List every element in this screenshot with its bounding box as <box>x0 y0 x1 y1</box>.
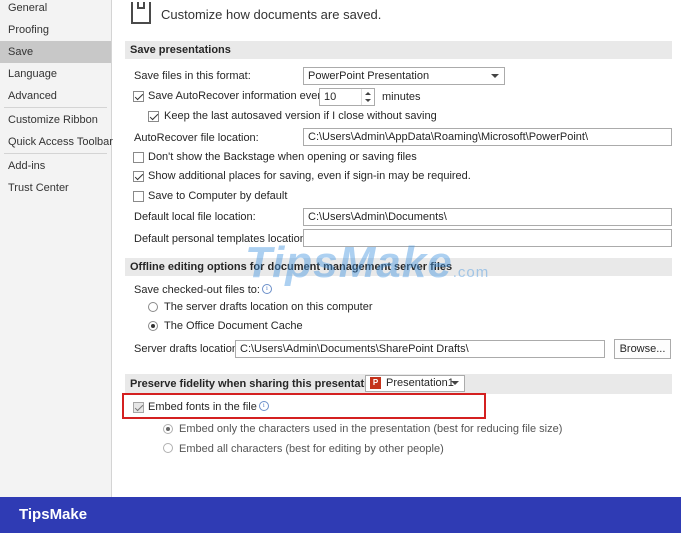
keep-last-autosaved-checkbox[interactable] <box>148 111 159 122</box>
server-drafts-radio-label: The server drafts location on this compu… <box>164 301 373 313</box>
sidebar-item-trust-center[interactable]: Trust Center <box>0 177 111 199</box>
office-document-cache-radio-label: The Office Document Cache <box>164 320 303 332</box>
minutes-label: minutes <box>382 91 421 103</box>
show-additional-places-checkbox[interactable] <box>133 171 144 182</box>
dont-show-backstage-label: Don't show the Backstage when opening or… <box>148 151 417 163</box>
sidebar-item-proofing[interactable]: Proofing <box>0 19 111 41</box>
embed-all-characters-radio[interactable] <box>163 443 173 453</box>
powerpoint-file-icon: P <box>370 377 381 390</box>
save-to-computer-checkbox[interactable] <box>133 191 144 202</box>
sidebar-item-general[interactable]: General <box>0 0 111 19</box>
autorecover-location-label: AutoRecover file location: <box>134 132 259 144</box>
embed-fonts-text: Embed fonts in the file <box>148 401 257 413</box>
save-checked-out-text: Save checked-out files to: <box>134 284 260 296</box>
save-disk-icon <box>131 2 151 24</box>
embed-fonts-label: Embed fonts in the file i <box>148 401 269 413</box>
sidebar-item-add-ins[interactable]: Add-ins <box>0 155 111 177</box>
server-drafts-location-input[interactable]: C:\Users\Admin\Documents\SharePoint Draf… <box>235 340 605 358</box>
info-icon: i <box>258 401 269 411</box>
sidebar-item-save[interactable]: Save <box>0 41 111 63</box>
spinner-up-icon <box>365 92 371 95</box>
dont-show-backstage-checkbox[interactable] <box>133 152 144 163</box>
embed-fonts-checkbox[interactable] <box>133 402 144 413</box>
options-sidebar: General Proofing Save Language Advanced … <box>0 0 113 497</box>
sidebar-item-quick-access-toolbar[interactable]: Quick Access Toolbar <box>0 131 113 153</box>
section-preserve-fidelity-heading: Preserve fidelity when sharing this pres… <box>130 378 385 390</box>
keep-last-autosaved-label: Keep the last autosaved version if I clo… <box>164 110 437 122</box>
section-save-presentations: Save presentations <box>125 41 672 59</box>
watermark-logo: TipsMake.com <box>245 238 489 288</box>
save-to-computer-label: Save to Computer by default <box>148 190 288 202</box>
autorecover-checkbox[interactable] <box>133 91 144 102</box>
watermark-text: TipsMake <box>245 238 453 287</box>
office-document-cache-radio[interactable] <box>148 321 158 331</box>
presentation-dropdown-value: Presentation1 <box>386 377 454 389</box>
autorecover-minutes-value: 10 <box>324 91 337 103</box>
server-drafts-radio[interactable] <box>148 302 158 312</box>
show-additional-places-label: Show additional places for saving, even … <box>148 170 471 182</box>
spinner-down-icon <box>365 99 371 102</box>
brand-footer: TipsMake <box>0 497 681 533</box>
page-title: Customize how documents are saved. <box>161 7 382 22</box>
sidebar-divider <box>4 107 107 108</box>
embed-all-characters-label: Embed all characters (best for editing b… <box>179 443 444 455</box>
presentation-dropdown[interactable]: P Presentation1 <box>365 375 465 392</box>
minutes-spinner[interactable] <box>361 89 374 105</box>
footer-brand: TipsMake <box>19 506 88 523</box>
autorecover-location-input[interactable]: C:\Users\Admin\AppData\Roaming\Microsoft… <box>303 128 672 146</box>
default-local-location-label: Default local file location: <box>134 211 256 223</box>
embed-only-used-radio[interactable] <box>163 424 173 434</box>
sidebar-item-customize-ribbon[interactable]: Customize Ribbon <box>0 109 111 131</box>
sidebar-item-language[interactable]: Language <box>0 63 111 85</box>
options-dialog: General Proofing Save Language Advanced … <box>0 0 681 497</box>
save-format-dropdown[interactable]: PowerPoint Presentation <box>303 67 505 85</box>
sidebar-divider <box>4 153 107 154</box>
autorecover-minutes-input[interactable]: 10 <box>319 88 375 106</box>
embed-only-used-label: Embed only the characters used in the pr… <box>179 423 563 435</box>
watermark-suffix: .com <box>452 264 490 281</box>
server-drafts-location-label: Server drafts location: <box>134 343 241 355</box>
default-local-location-input[interactable]: C:\Users\Admin\Documents\ <box>303 208 672 226</box>
chevron-down-icon <box>491 74 499 78</box>
autorecover-label: Save AutoRecover information every <box>148 90 327 102</box>
sidebar-item-advanced[interactable]: Advanced <box>0 85 111 107</box>
save-format-label: Save files in this format: <box>134 70 251 82</box>
save-format-value: PowerPoint Presentation <box>308 70 430 82</box>
browse-button[interactable]: Browse... <box>614 339 671 359</box>
chevron-down-icon <box>451 381 459 385</box>
